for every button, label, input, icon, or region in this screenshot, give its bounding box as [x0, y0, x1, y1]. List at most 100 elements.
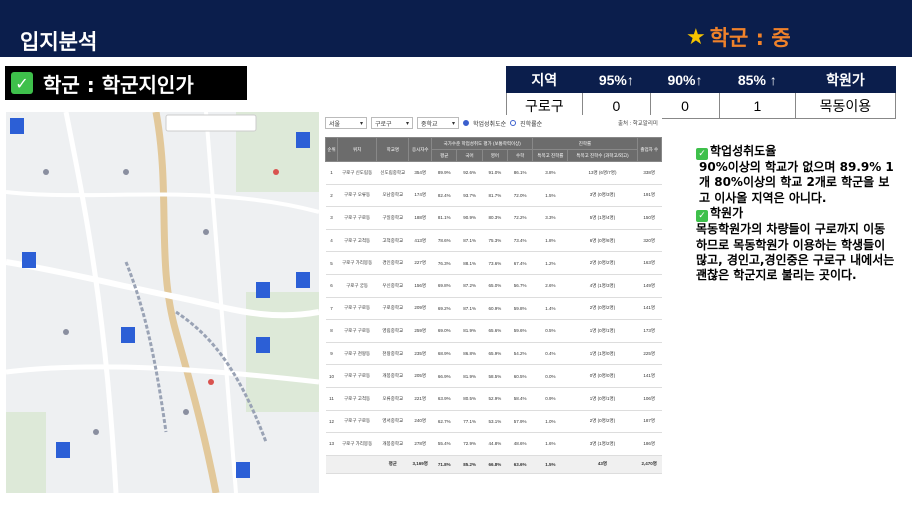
table-cell: 구로중학교 — [376, 297, 409, 321]
table-cell: 구로구 구로동 — [337, 206, 377, 230]
average-cell: 85.2% — [456, 455, 483, 474]
col-special-count: 특목고 진학수 (과학고/외고) — [567, 149, 638, 162]
summary-header-region: 지역 — [506, 66, 583, 93]
table-cell: 5명 (1명/4명) — [567, 206, 638, 230]
table-cell: 2명 (0명/2명) — [567, 410, 638, 434]
table-cell: 11 — [325, 387, 338, 411]
average-cell — [325, 455, 338, 474]
table-cell: 1.2% — [532, 251, 568, 275]
col-korean: 국어 — [456, 149, 483, 162]
group-achievement: 국가수준 학업성취도 평가 (보통학력이상) — [431, 137, 534, 150]
table-cell: 88.1% — [456, 251, 483, 275]
table-cell: 174명 — [408, 184, 432, 208]
table-cell: 93.7% — [456, 184, 483, 208]
table-cell: 신도림중학교 — [376, 161, 409, 185]
average-cell: 43명 — [567, 455, 638, 474]
table-cell: 구로구 고척동 — [337, 229, 377, 253]
average-cell: 3,169명 — [408, 455, 432, 474]
table-cell: 92.6% — [456, 161, 483, 185]
region2-select[interactable]: 구로구 ▾ — [371, 117, 413, 129]
table-cell: 13 — [325, 432, 338, 456]
group-advance: 진학률 — [532, 137, 638, 150]
table-cell: 구로구 가리봉동 — [337, 251, 377, 275]
table-cell: 구로구 구로동 — [337, 297, 377, 321]
table-row: 5 구로구 가리봉동 경인중학교 227명 76.3% 88.1% 73.6% 67.4% 1.… — [325, 251, 662, 275]
table-cell: 62.7% — [431, 410, 457, 434]
note-heading-achievement: ✓ 학업성취도율 — [696, 144, 896, 160]
table-cell: 10 — [325, 364, 338, 388]
table-row: 13 구로구 가리봉동 개봉중학교 278명 55.4% 72.9% 44.8% 48.6% 1… — [325, 432, 662, 456]
table-cell: 0명 (0명/0명) — [567, 364, 638, 388]
summary-cell-85: 1 — [718, 92, 796, 119]
average-cell: 2,470명 — [637, 455, 662, 474]
table-row: 4 구로구 고척동 고척중학교 413명 78.6% 87.1% 75.3% 73.4% 1.8… — [325, 229, 662, 253]
region1-select[interactable]: 서울 ▾ — [325, 117, 367, 129]
table-cell: 48.6% — [507, 432, 533, 456]
table-cell: 52.9% — [482, 387, 508, 411]
col-location: 위치 — [337, 137, 378, 162]
summary-table: 지역 95%↑ 90%↑ 85% ↑ 학원가 구로구 0 0 1 목동이용 — [506, 66, 897, 119]
check-icon: ✓ — [696, 210, 708, 223]
table-cell: 77.1% — [456, 410, 483, 434]
table-cell: 149명 — [637, 274, 662, 298]
table-cell: 개봉중학교 — [376, 432, 409, 456]
table-cell: 3명 (1명/2명) — [567, 432, 638, 456]
table-cell: 2명 (0명/2명) — [567, 251, 638, 275]
table-cell: 81.1% — [431, 206, 457, 230]
table-cell: 0.4% — [532, 342, 568, 366]
level-select[interactable]: 중학교 ▾ — [417, 117, 459, 129]
table-cell: 338명 — [637, 161, 662, 185]
table-cell: 81.7% — [482, 184, 508, 208]
table-cell: 0.0% — [532, 364, 568, 388]
table-cell: 53.1% — [482, 410, 508, 434]
table-cell: 209명 — [408, 297, 432, 321]
table-cell: 13명 (6명/7명) — [567, 161, 638, 185]
table-cell: 구로구 구로동 — [337, 364, 377, 388]
table-cell: 65.6% — [482, 319, 508, 343]
average-cell: 66.8% — [482, 455, 508, 474]
table-cell: 1.4% — [532, 297, 568, 321]
table-cell: 186명 — [637, 432, 662, 456]
check-icon: ✓ — [11, 72, 33, 94]
table-cell: 65.0% — [482, 274, 508, 298]
table-cell: 경인중학교 — [376, 251, 409, 275]
table-cell: 구로구 구로동 — [337, 410, 377, 434]
table-cell: 106명 — [637, 387, 662, 411]
table-cell: 우신중학교 — [376, 274, 409, 298]
slide: 입지분석 ★ 학군 : 중 ✓ 학군 : 학군지인가 지역 95%↑ 90%↑ … — [0, 0, 912, 513]
table-cell: 141명 — [637, 364, 662, 388]
table-cell: 81.9% — [456, 364, 483, 388]
table-cell: 1 — [325, 161, 338, 185]
table-cell: 54.2% — [507, 342, 533, 366]
table-cell: 89.9% — [431, 161, 457, 185]
sort-advance-radio[interactable] — [510, 120, 517, 126]
star-icon: ★ — [686, 24, 706, 50]
table-cell: 오남중학교 — [376, 184, 409, 208]
table-cell: 3.3% — [532, 206, 568, 230]
table-cell: 0.9% — [532, 387, 568, 411]
table-cell: 3.8% — [532, 161, 568, 185]
table-cell: 69.2% — [431, 297, 457, 321]
table-cell: 58.4% — [507, 387, 533, 411]
table-row: 11 구로구 고척동 오류중학교 221명 63.9% 80.5% 52.9% 58.4% 0.… — [325, 387, 662, 411]
table-cell: 320명 — [637, 229, 662, 253]
table-cell: 구로구 구로동 — [337, 319, 377, 343]
table-cell: 44.8% — [482, 432, 508, 456]
table-cell: 영서중학교 — [376, 410, 409, 434]
table-cell: 87.1% — [456, 297, 483, 321]
average-row: 평균 3,169명 71.8% 85.2% 66.8% 63.6% 1.5% 43명 2,470… — [325, 455, 662, 474]
sort-achievement-radio[interactable] — [463, 120, 469, 126]
filter-bar: 서울 ▾ 구로구 ▾ 중학교 ▾ 학업성취도순 진학률순 출처 : 학교알리미 — [325, 115, 662, 131]
table-cell: 73.6% — [482, 251, 508, 275]
page-title: 입지분석 — [20, 30, 98, 54]
average-cell: 평균 — [376, 455, 409, 474]
summary-header-90: 90%↑ — [650, 66, 720, 93]
table-cell: 69.8% — [431, 274, 457, 298]
table-cell: 82.4% — [431, 184, 457, 208]
header-bar: 입지분석 ★ 학군 : 중 — [0, 0, 912, 57]
table-cell: 78.6% — [431, 229, 457, 253]
table-cell: 259명 — [408, 319, 432, 343]
table-cell: 81.9% — [456, 319, 483, 343]
table-cell: 2명 (0명/2명) — [567, 297, 638, 321]
section-label: ✓ 학군 : 학군지인가 — [5, 66, 247, 100]
